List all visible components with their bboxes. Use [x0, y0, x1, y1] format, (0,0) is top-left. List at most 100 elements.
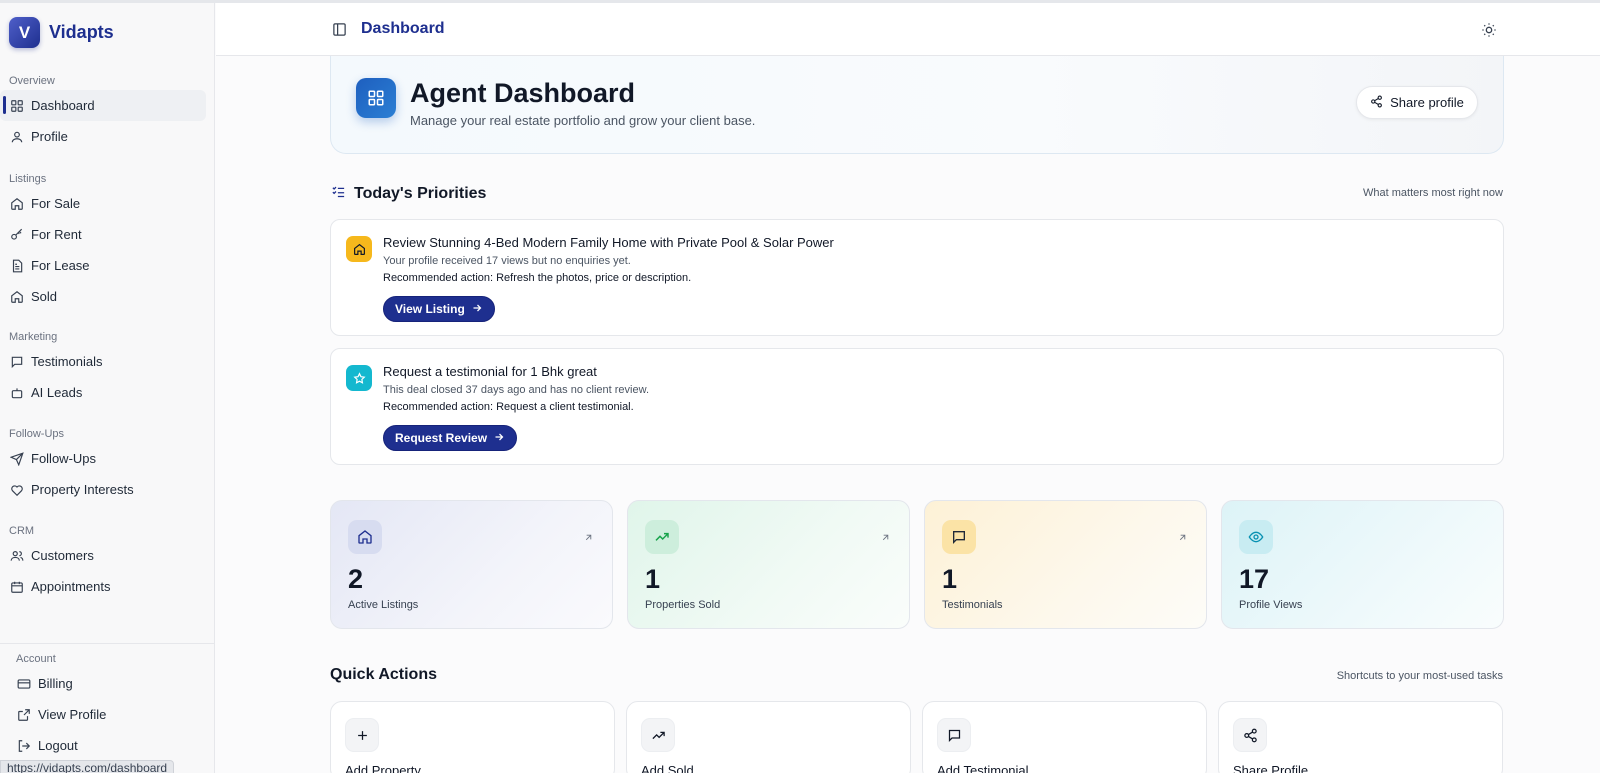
sidebar-item-label: Appointments — [31, 579, 111, 594]
key-icon — [10, 228, 24, 242]
priority-title: Review Stunning 4-Bed Modern Family Home… — [383, 235, 834, 250]
sidebar-item-appointments[interactable]: Appointments — [0, 571, 206, 602]
add-property-button[interactable]: Add Property — [330, 701, 615, 773]
nav-heading: CRM — [9, 525, 35, 537]
brand[interactable]: V Vidapts — [9, 17, 114, 48]
nav-section-account: Account Billing View Profile Logout — [0, 650, 215, 761]
nav-heading: Account — [16, 653, 56, 665]
priority-description: Your profile received 17 views but no en… — [383, 255, 631, 267]
quick-action-label: Add Property — [345, 763, 421, 773]
sidebar-item-logout[interactable]: Logout — [7, 730, 206, 761]
add-testimonial-button[interactable]: Add Testimonial — [922, 701, 1207, 773]
sun-icon[interactable] — [1481, 22, 1497, 38]
sidebar-item-dashboard[interactable]: Dashboard — [0, 90, 206, 121]
arrow-up-right-icon — [880, 530, 891, 541]
nav-heading: Overview — [9, 75, 55, 87]
top-header: Dashboard — [216, 3, 1600, 56]
request-review-button[interactable]: Request Review — [383, 425, 518, 451]
sidebar-item-label: For Lease — [31, 258, 90, 273]
sidebar-item-label: Profile — [31, 129, 68, 144]
sidebar-item-billing[interactable]: Billing — [7, 668, 206, 699]
stat-value: 1 — [942, 564, 958, 594]
trending-up-icon — [641, 718, 675, 752]
document-icon — [10, 259, 24, 273]
star-icon — [346, 365, 372, 391]
trending-up-icon — [645, 520, 679, 554]
sidebar-item-label: Customers — [31, 548, 94, 563]
quick-actions-title: Quick Actions — [330, 666, 437, 684]
sidebar-item-label: For Rent — [31, 227, 82, 242]
sidebar-item-testimonials[interactable]: Testimonials — [0, 346, 206, 377]
sidebar-item-view-profile[interactable]: View Profile — [7, 699, 206, 730]
arrow-up-right-icon — [583, 530, 594, 541]
checklist-icon — [331, 184, 354, 204]
stat-card-testimonials[interactable]: 1 Testimonials — [924, 500, 1207, 629]
brand-name: Vidapts — [49, 22, 114, 42]
share-icon — [1370, 95, 1390, 111]
page-title: Dashboard — [361, 20, 445, 37]
quick-actions-title-text: Quick Actions — [330, 666, 437, 683]
stat-value: 17 — [1239, 564, 1270, 594]
priority-recommendation: Recommended action: Request a client tes… — [383, 401, 634, 413]
dashboard-grid-icon — [356, 78, 396, 118]
nav-section-crm: CRM Customers Appointments — [0, 522, 215, 602]
logout-icon — [17, 739, 31, 753]
sidebar-toggle-icon[interactable] — [332, 22, 347, 37]
sidebar-item-for-sale[interactable]: For Sale — [0, 188, 206, 219]
stat-label: Testimonials — [942, 599, 1003, 611]
priority-title: Request a testimonial for 1 Bhk great — [383, 364, 597, 379]
house-icon — [10, 290, 24, 304]
share-profile-button[interactable]: Share profile — [1356, 86, 1478, 119]
button-label: View Listing — [395, 302, 465, 316]
stat-value: 1 — [645, 564, 661, 594]
stat-value: 2 — [348, 564, 364, 594]
priorities-title-text: Today's Priorities — [354, 185, 487, 202]
sidebar-item-label: Sold — [31, 289, 58, 304]
nav-section-follow-ups: Follow-Ups Follow-Ups Property Interests — [0, 425, 215, 505]
sidebar-item-label: For Sale — [31, 196, 81, 211]
account-divider — [0, 643, 215, 644]
status-bar-url: https://vidapts.com/dashboard — [0, 760, 175, 773]
stat-card-active-listings[interactable]: 2 Active Listings — [330, 500, 613, 629]
card-icon — [17, 677, 31, 691]
chat-icon — [942, 520, 976, 554]
sidebar-item-property-interests[interactable]: Property Interests — [0, 474, 206, 505]
priority-recommendation: Recommended action: Refresh the photos, … — [383, 272, 692, 284]
sidebar-item-for-lease[interactable]: For Lease — [0, 250, 206, 281]
plus-icon — [345, 718, 379, 752]
priority-description: This deal closed 37 days ago and has no … — [383, 384, 649, 396]
priorities-title: Today's Priorities — [331, 184, 486, 204]
hero-title: Agent Dashboard — [410, 78, 636, 108]
share-profile-action-button[interactable]: Share Profile — [1218, 701, 1503, 773]
sidebar-item-for-rent[interactable]: For Rent — [0, 219, 206, 250]
share-icon — [1233, 718, 1267, 752]
quick-action-label: Share Profile — [1233, 763, 1309, 773]
sidebar-item-label: View Profile — [38, 707, 107, 722]
external-link-icon — [17, 708, 31, 722]
sidebar-item-label: Property Interests — [31, 482, 134, 497]
users-icon — [10, 549, 24, 563]
sidebar-item-label: AI Leads — [31, 385, 83, 400]
chat-icon — [10, 355, 24, 369]
sidebar-item-ai-leads[interactable]: AI Leads — [0, 377, 206, 408]
sidebar-item-follow-ups[interactable]: Follow-Ups — [0, 443, 206, 474]
send-icon — [10, 451, 24, 466]
sidebar-item-profile[interactable]: Profile — [0, 121, 206, 152]
arrow-up-right-icon — [1177, 530, 1188, 541]
view-listing-button[interactable]: View Listing — [383, 296, 495, 322]
nav-heading: Marketing — [9, 331, 58, 343]
sidebar-item-sold[interactable]: Sold — [0, 281, 206, 312]
stat-card-profile-views[interactable]: 17 Profile Views — [1221, 500, 1504, 629]
user-icon — [10, 130, 24, 144]
bot-icon — [10, 386, 24, 400]
sidebar-item-customers[interactable]: Customers — [0, 540, 206, 571]
add-sold-button[interactable]: Add Sold — [626, 701, 911, 773]
sidebar: V Vidapts Overview Dashboard Profile Lis… — [0, 3, 215, 773]
stat-label: Profile Views — [1239, 599, 1303, 611]
sidebar-item-label: Dashboard — [31, 98, 95, 113]
stat-card-properties-sold[interactable]: 1 Properties Sold — [627, 500, 910, 629]
hero-subtitle: Manage your real estate portfolio and gr… — [410, 113, 756, 128]
house-icon — [346, 236, 372, 262]
eye-icon — [1239, 520, 1273, 554]
priority-card: Request a testimonial for 1 Bhk great Th… — [330, 348, 1504, 465]
